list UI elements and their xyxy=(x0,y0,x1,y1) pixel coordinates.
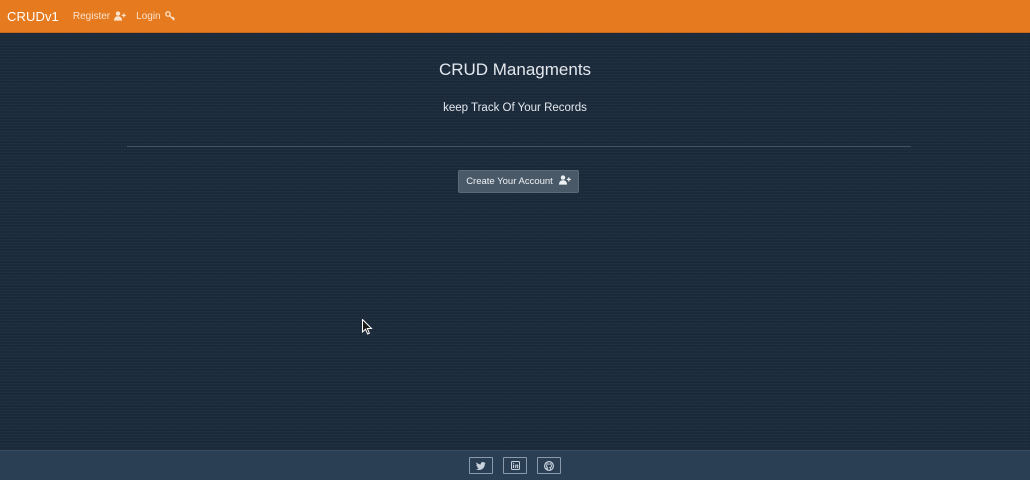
brand-logo[interactable]: CRUDv1 xyxy=(7,9,59,24)
create-account-button[interactable]: Create Your Account xyxy=(458,170,579,193)
github-button[interactable] xyxy=(537,457,561,474)
user-plus-icon xyxy=(114,11,126,21)
linkedin-button[interactable] xyxy=(503,457,527,474)
create-account-label: Create Your Account xyxy=(466,176,553,187)
divider xyxy=(127,146,911,147)
github-icon xyxy=(544,460,554,471)
twitter-icon xyxy=(476,461,486,470)
linkedin-icon xyxy=(510,461,520,470)
user-plus-icon xyxy=(558,175,571,188)
nav-register-link[interactable]: Register xyxy=(73,11,126,22)
footer xyxy=(0,450,1030,480)
top-navbar: CRUDv1 Register Login xyxy=(0,0,1030,33)
nav-login-link[interactable]: Login xyxy=(136,10,175,22)
page-title: CRUD Managments xyxy=(438,60,592,79)
nav-register-label: Register xyxy=(72,10,111,22)
twitter-button[interactable] xyxy=(469,457,493,474)
mouse-cursor-icon xyxy=(362,319,373,335)
key-icon xyxy=(164,11,175,21)
nav-login-label: Login xyxy=(136,10,161,22)
page-subtitle: keep Track Of Your Records xyxy=(443,102,587,114)
